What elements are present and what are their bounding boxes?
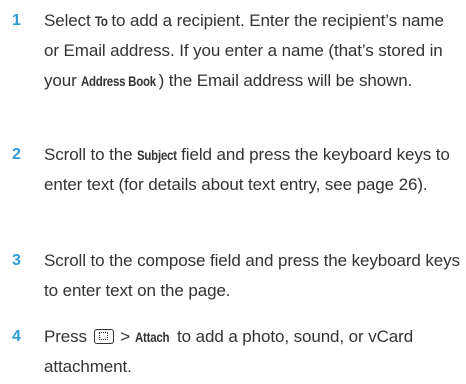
step-text-segment: ) the Email address will be shown. [158,71,413,90]
step-text: Scroll to the Subject field and press th… [44,140,460,200]
step-text: Press > Attach to add a photo, sound, or… [44,322,460,382]
menu-key-dots [98,332,108,340]
term-subject: Subject [137,147,177,163]
step-number: 1 [12,12,21,29]
menu-key-icon [93,329,114,344]
step-text-segment: Press [44,327,92,346]
step-number: 3 [12,252,21,269]
step-text-segment: > [115,327,135,346]
step-text-segment: Scroll to the [44,145,138,164]
step-text-segment: Select [44,11,96,30]
term-attach: Attach [134,329,169,345]
term-to: To [95,13,108,29]
step-text: Select To to add a recipient. Enter the … [44,6,460,96]
step-text-segment: Scroll to the compose field and press th… [44,251,460,300]
step-number: 2 [12,146,21,163]
step-number: 4 [12,328,21,345]
term-address-book: Address Book [81,73,157,89]
step-text: Scroll to the compose field and press th… [44,246,460,306]
